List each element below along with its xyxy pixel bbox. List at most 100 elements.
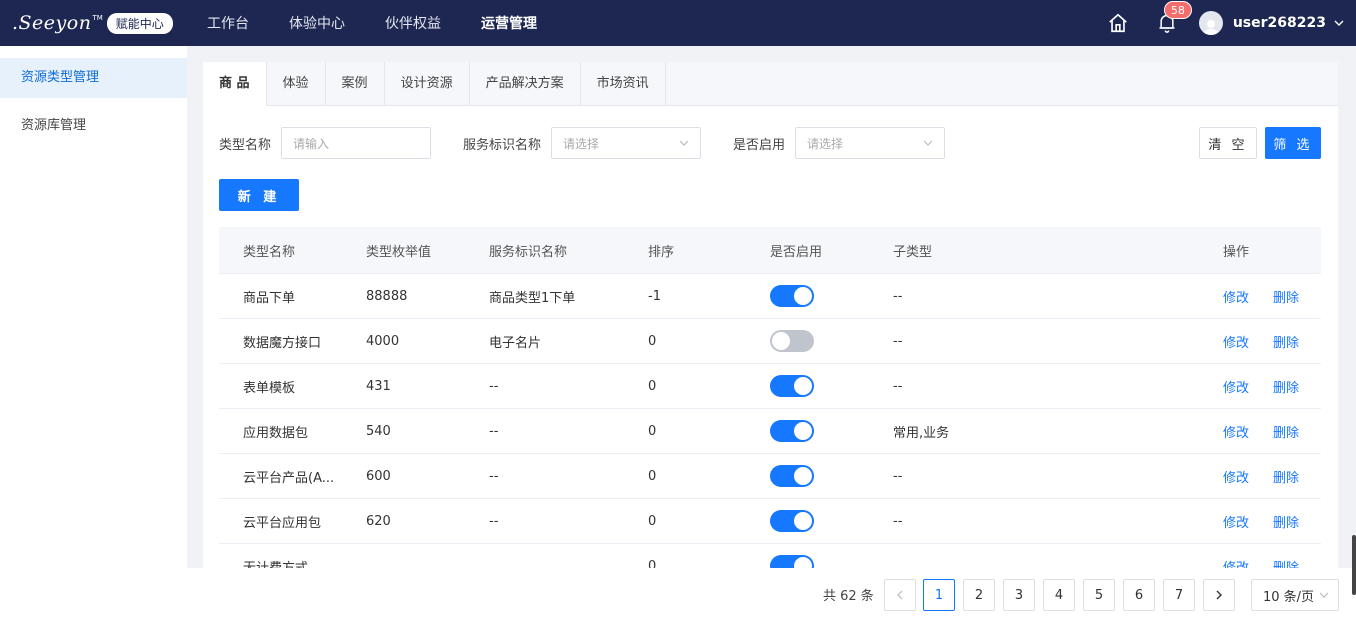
nav-operations[interactable]: 运营管理	[481, 13, 537, 33]
enum-value-cell: 431	[366, 378, 391, 394]
actions-cell: 修改 删除	[1223, 287, 1321, 306]
delete-link[interactable]: 删除	[1273, 377, 1299, 396]
table-row: 表单模板 431 -- 0 -- 修改 删除	[219, 364, 1321, 409]
type-name-input[interactable]: 请输入	[281, 127, 432, 159]
resource-type-table: 类型名称 类型枚举值 服务标识名称 排序 是否启用 子类型 操作 商品下单 888…	[219, 227, 1321, 589]
main-panel: 商 品 体验 案例 设计资源 产品解决方案 市场资讯 类型名称 请输入 服务标识…	[203, 62, 1338, 620]
table-row: 云平台应用包 620 -- 0 -- 修改 删除	[219, 499, 1321, 544]
nav-partner-benefits[interactable]: 伙伴权益	[385, 13, 441, 33]
tab-products[interactable]: 商 品	[203, 62, 267, 106]
logo-text: .Seeyon	[12, 12, 92, 34]
table-row: 商品下单 88888 商品类型1下单 -1 -- 修改 删除	[219, 274, 1321, 319]
tab-design-resources[interactable]: 设计资源	[385, 62, 470, 105]
chevron-right-icon	[1216, 590, 1222, 600]
notification-badge: 58	[1163, 1, 1192, 19]
type-name-label: 类型名称	[219, 137, 272, 153]
sort-cell: 0	[648, 378, 657, 394]
table-row: 应用数据包 540 -- 0 常用,业务 修改 删除	[219, 409, 1321, 454]
filter-bar: 类型名称 请输入 服务标识名称 请选择 是否启用 请选择 清 空 筛 选	[219, 127, 1321, 159]
clear-button[interactable]: 清 空	[1199, 127, 1257, 159]
actions-cell: 修改 删除	[1223, 377, 1321, 396]
tab-market-news[interactable]: 市场资讯	[581, 62, 666, 105]
enabled-cell	[770, 375, 893, 397]
logo[interactable]: .Seeyon TM 赋能中心	[0, 12, 187, 34]
type-name-cell: 云平台应用包	[243, 515, 322, 531]
delete-link[interactable]: 删除	[1273, 332, 1299, 351]
sidebar-item-resource-types[interactable]: 资源类型管理	[0, 58, 187, 98]
page-button[interactable]: 1	[923, 579, 955, 611]
column-header: 是否启用	[770, 244, 823, 260]
page-button[interactable]: 4	[1043, 579, 1075, 611]
tab-bar: 商 品 体验 案例 设计资源 产品解决方案 市场资讯	[203, 62, 1338, 106]
enabled-cell	[770, 465, 893, 487]
sort-cell: 0	[648, 423, 657, 439]
delete-link[interactable]: 删除	[1273, 512, 1299, 531]
edit-link[interactable]: 修改	[1223, 467, 1249, 486]
page-button[interactable]: 3	[1003, 579, 1035, 611]
sort-cell: 0	[648, 513, 657, 529]
column-header: 类型枚举值	[366, 244, 432, 260]
service-name-cell: --	[489, 468, 499, 484]
subtype-cell: 常用,业务	[893, 425, 950, 441]
table-row: 云平台产品(A... 600 -- 0 -- 修改 删除	[219, 454, 1321, 499]
notifications-button[interactable]: 58	[1157, 1, 1192, 34]
edit-link[interactable]: 修改	[1223, 422, 1249, 441]
service-select[interactable]: 请选择	[551, 127, 702, 159]
chevron-down-icon[interactable]	[1334, 18, 1344, 28]
enum-value-cell: 540	[366, 423, 391, 439]
enabled-toggle[interactable]	[770, 510, 814, 532]
edit-link[interactable]: 修改	[1223, 512, 1249, 531]
sidebar: 资源类型管理 资源库管理	[0, 46, 187, 620]
column-header: 类型名称	[243, 244, 296, 260]
prev-page-button[interactable]	[884, 579, 916, 611]
enabled-cell	[770, 420, 893, 442]
enabled-toggle[interactable]	[770, 420, 814, 442]
page-button[interactable]: 2	[963, 579, 995, 611]
username[interactable]: user268223	[1233, 15, 1326, 31]
tab-solutions[interactable]: 产品解决方案	[470, 62, 581, 105]
type-name-cell: 应用数据包	[243, 425, 309, 441]
toggle-knob	[794, 512, 812, 530]
tab-experience[interactable]: 体验	[267, 62, 326, 105]
delete-link[interactable]: 删除	[1273, 422, 1299, 441]
service-label: 服务标识名称	[463, 137, 542, 153]
enum-value-cell: 620	[366, 513, 391, 529]
column-header: 服务标识名称	[489, 244, 568, 260]
delete-link[interactable]: 删除	[1273, 287, 1299, 306]
chevron-left-icon	[897, 590, 903, 600]
sort-cell: 0	[648, 468, 657, 484]
home-icon[interactable]	[1107, 12, 1129, 34]
chevron-down-icon	[679, 140, 689, 146]
new-button[interactable]: 新 建	[219, 179, 299, 211]
type-name-cell: 表单模板	[243, 380, 296, 396]
page-size-select[interactable]: 10 条/页	[1251, 579, 1339, 611]
edit-link[interactable]: 修改	[1223, 287, 1249, 306]
avatar[interactable]	[1198, 11, 1223, 35]
scrollbar-thumb[interactable]	[1352, 535, 1356, 595]
nav-experience-center[interactable]: 体验中心	[289, 13, 345, 33]
service-name-cell: --	[489, 513, 499, 529]
enabled-select[interactable]: 请选择	[795, 127, 946, 159]
page-button[interactable]: 6	[1123, 579, 1155, 611]
next-page-button[interactable]	[1203, 579, 1235, 611]
total-count: 共 62 条	[823, 588, 874, 604]
subtype-cell: --	[893, 378, 903, 394]
actions-cell: 修改 删除	[1223, 422, 1321, 441]
page-button[interactable]: 7	[1163, 579, 1195, 611]
edit-link[interactable]: 修改	[1223, 332, 1249, 351]
page-button[interactable]: 5	[1083, 579, 1115, 611]
sort-cell: 0	[648, 333, 657, 349]
enabled-toggle[interactable]	[770, 465, 814, 487]
subtype-cell: --	[893, 288, 903, 304]
tab-cases[interactable]: 案例	[326, 62, 385, 105]
enabled-toggle[interactable]	[770, 375, 814, 397]
edit-link[interactable]: 修改	[1223, 377, 1249, 396]
filter-button[interactable]: 筛 选	[1265, 127, 1321, 159]
enabled-toggle[interactable]	[770, 285, 814, 307]
nav-workbench[interactable]: 工作台	[207, 13, 249, 33]
delete-link[interactable]: 删除	[1273, 467, 1299, 486]
sidebar-item-resource-library[interactable]: 资源库管理	[0, 106, 187, 146]
type-name-cell: 数据魔方接口	[243, 335, 322, 351]
enabled-toggle[interactable]	[770, 330, 814, 352]
enum-value-cell: 4000	[366, 333, 400, 349]
